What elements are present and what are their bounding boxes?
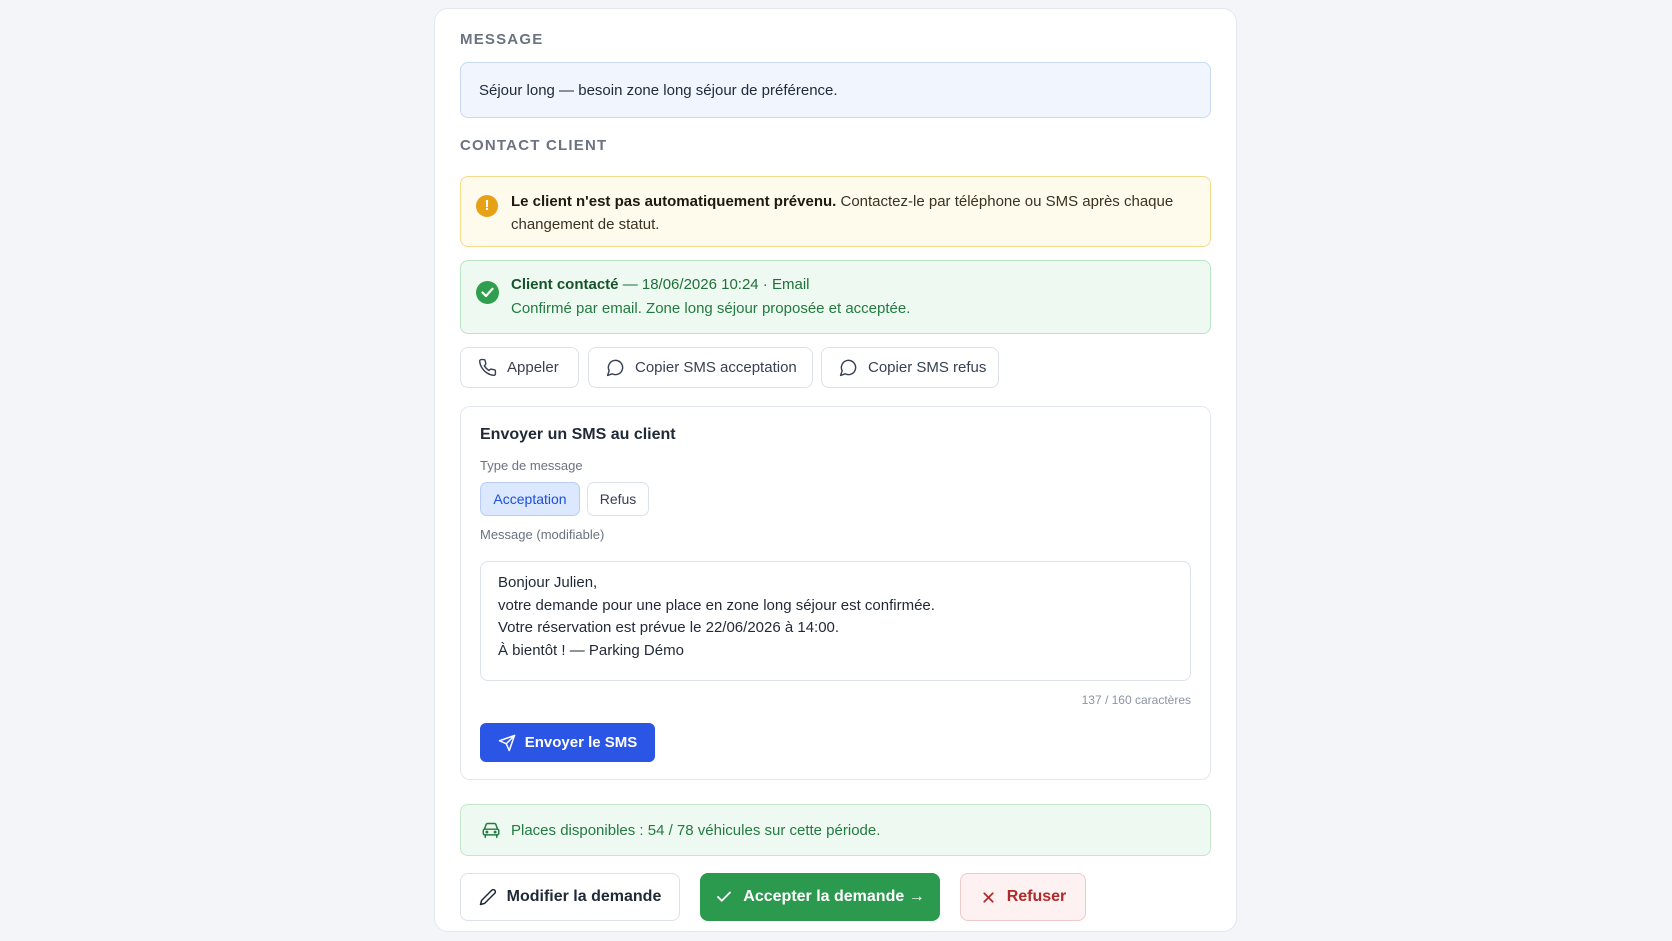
char-counter: 137 / 160 caractères	[1081, 693, 1191, 707]
send-icon	[498, 734, 515, 751]
availability-text: Places disponibles : 54 / 78 véhicules s…	[511, 821, 881, 839]
modify-request-label: Modifier la demande	[506, 888, 662, 905]
modify-request-button[interactable]: Modifier la demande	[460, 873, 680, 921]
contacted-status-banner: Client contacté — 18/06/2026 10:24 · Ema…	[460, 260, 1211, 334]
sms-message-textarea[interactable]: Bonjour Julien, votre demande pour une p…	[480, 561, 1191, 681]
availability-banner: Places disponibles : 54 / 78 véhicules s…	[460, 804, 1211, 856]
check-icon	[717, 891, 732, 902]
call-button[interactable]: Appeler	[460, 347, 579, 388]
send-sms-button[interactable]: Envoyer le SMS	[480, 723, 655, 762]
contacted-detail: — 18/06/2026 10:24 · Email	[618, 276, 810, 293]
message-type-acceptation-label: Acceptation	[493, 491, 567, 507]
copy-sms-refuse-button[interactable]: Copier SMS refus	[821, 347, 999, 388]
chat-bubble-icon	[606, 359, 624, 377]
check-circle-icon	[476, 281, 499, 304]
chat-bubble-icon	[839, 359, 857, 377]
pencil-icon	[479, 888, 496, 906]
copy-sms-accept-button[interactable]: Copier SMS acceptation	[588, 347, 813, 388]
accept-request-button[interactable]: Accepter la demande →	[700, 873, 940, 921]
copy-sms-refuse-label: Copier SMS refus	[868, 359, 987, 376]
message-type-refus[interactable]: Refus	[587, 482, 649, 516]
warning-text: Le client n'est pas automatiquement prév…	[511, 190, 1191, 236]
send-sms-label: Envoyer le SMS	[524, 734, 638, 751]
refuse-request-button[interactable]: Refuser	[960, 873, 1086, 921]
copy-sms-accept-label: Copier SMS acceptation	[635, 359, 797, 376]
contacted-label: Client contacté	[511, 276, 619, 293]
contacted-note: Confirmé par email. Zone long séjour pro…	[511, 300, 911, 317]
message-field-label: Message (modifiable)	[480, 527, 605, 542]
message-type-label: Type de message	[480, 458, 583, 473]
client-message-text: Séjour long — besoin zone long séjour de…	[479, 81, 838, 99]
contacted-status-line: Client contacté — 18/06/2026 10:24 · Ema…	[511, 276, 809, 293]
message-type-refus-label: Refus	[599, 491, 637, 507]
warning-bold-text: Le client n'est pas automatiquement prév…	[511, 193, 837, 210]
message-section-title: MESSAGE	[460, 31, 544, 48]
sms-panel-title: Envoyer un SMS au client	[480, 426, 676, 443]
contact-section-title: CONTACT CLIENT	[460, 137, 608, 154]
call-button-label: Appeler	[507, 359, 559, 376]
accept-request-label: Accepter la demande →	[743, 888, 925, 905]
refuse-request-label: Refuser	[1006, 888, 1067, 905]
phone-icon	[478, 358, 497, 377]
client-message: Séjour long — besoin zone long séjour de…	[460, 62, 1211, 118]
exclamation-icon: !	[476, 195, 498, 217]
request-detail-card: MESSAGE Séjour long — besoin zone long s…	[434, 8, 1237, 932]
message-type-acceptation[interactable]: Acceptation	[480, 482, 580, 516]
warning-banner: ! Le client n'est pas automatiquement pr…	[460, 176, 1211, 247]
sms-panel: Envoyer un SMS au client Type de message…	[460, 406, 1211, 780]
car-icon	[482, 822, 500, 839]
close-icon	[983, 891, 994, 903]
